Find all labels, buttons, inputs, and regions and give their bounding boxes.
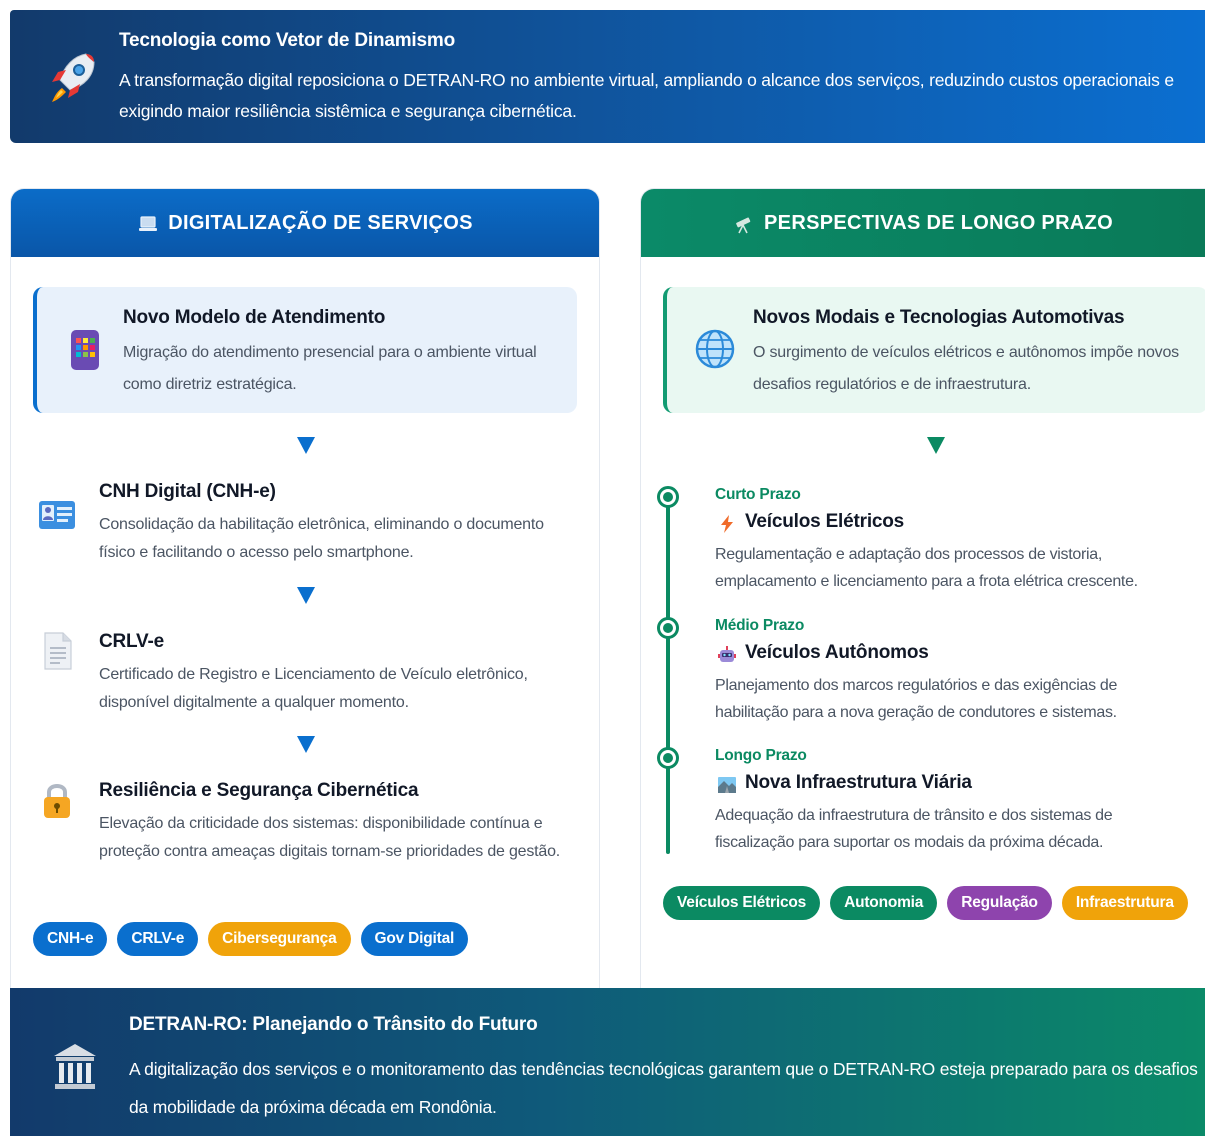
tag-regulacao[interactable]: Regulação <box>947 886 1052 920</box>
service-model-title: Novo Modelo de Atendimento <box>123 307 386 328</box>
timeline-dot <box>657 486 679 508</box>
flow-arrow-icon <box>297 736 315 753</box>
digitalization-panel: DIGITALIZAÇÃO DE SERVIÇOS Novo Modelo de… <box>10 188 600 988</box>
cybersecurity-title: Resiliência e Segurança Cibernética <box>99 780 419 801</box>
service-model-text: Migração do atendimento presencial para … <box>123 344 537 393</box>
intro-text: A transformação digital reposiciona o DE… <box>119 70 1174 121</box>
classical-building-icon <box>54 1044 96 1089</box>
conclusion-banner: DETRAN-RO: Planejando o Trânsito do Futu… <box>10 988 1205 1136</box>
new-modals-card: Novos Modais e Tecnologias Automotivas O… <box>663 287 1205 413</box>
new-modals-title: Novos Modais e Tecnologias Automotivas <box>753 307 1125 328</box>
digitalization-header: DIGITALIZAÇÃO DE SERVIÇOS <box>11 189 599 257</box>
tag-gov-digital[interactable]: Gov Digital <box>360 922 469 956</box>
globe-icon <box>695 329 735 369</box>
intro-title: Tecnologia como Vetor de Dinamismo <box>119 30 455 51</box>
intro-banner: Tecnologia como Vetor de Dinamismo A tra… <box>10 10 1205 143</box>
long-term-label: Longo Prazo <box>715 747 807 764</box>
long-term-header: PERSPECTIVAS DE LONGO PRAZO <box>641 189 1205 257</box>
long-term-tags: Veículos Elétricos Autonomia Regulação I… <box>663 886 1188 920</box>
tag-cnh-e[interactable]: CNH-e <box>33 922 108 956</box>
short-term-label: Curto Prazo <box>715 486 801 503</box>
laptop-icon <box>139 216 158 231</box>
telescope-icon <box>736 217 751 234</box>
tag-infraestrutura[interactable]: Infraestrutura <box>1061 886 1188 920</box>
timeline-dot <box>657 747 679 769</box>
flow-arrow-icon <box>297 437 315 454</box>
digitalization-header-label: DIGITALIZAÇÃO DE SERVIÇOS <box>168 211 473 234</box>
smartphone-apps-icon <box>71 330 99 370</box>
cnh-digital-title: CNH Digital (CNH-e) <box>99 481 276 502</box>
document-icon <box>44 632 72 670</box>
tag-autonomia[interactable]: Autonomia <box>830 886 938 920</box>
id-card-icon <box>39 501 75 529</box>
road-landscape-icon <box>718 777 736 793</box>
flow-arrow-icon <box>927 437 945 454</box>
long-term-header-label: PERSPECTIVAS DE LONGO PRAZO <box>764 211 1113 234</box>
electric-vehicles-text: Regulamentação e adaptação dos processos… <box>715 546 1138 590</box>
new-modals-text: O surgimento de veículos elétricos e aut… <box>753 344 1179 393</box>
rocket-icon <box>52 53 95 102</box>
service-model-card: Novo Modelo de Atendimento Migração do a… <box>33 287 577 413</box>
tag-ciberseguranca[interactable]: Cibersegurança <box>208 922 351 956</box>
road-infrastructure-text: Adequação da infraestrutura de trânsito … <box>715 807 1113 851</box>
tag-veiculos-eletricos[interactable]: Veículos Elétricos <box>663 886 821 920</box>
long-term-panel: PERSPECTIVAS DE LONGO PRAZO Novos Modais… <box>640 188 1205 988</box>
crlv-e-text: Certificado de Registro e Licenciamento … <box>99 666 528 711</box>
autonomous-vehicles-text: Planejamento dos marcos regulatórios e d… <box>715 677 1118 721</box>
conclusion-text: A digitalização dos serviços e o monitor… <box>129 1059 1198 1117</box>
timeline-dot <box>657 617 679 639</box>
lightning-icon <box>721 515 733 533</box>
cnh-digital-text: Consolidação da habilitação eletrônica, … <box>99 516 544 561</box>
flow-arrow-icon <box>297 587 315 604</box>
electric-vehicles-title: Veículos Elétricos <box>745 511 905 532</box>
crlv-e-title: CRLV-e <box>99 631 164 652</box>
cybersecurity-text: Elevação da criticidade dos sistemas: di… <box>99 815 561 860</box>
tag-crlv-e[interactable]: CRLV-e <box>117 922 199 956</box>
autonomous-vehicles-title: Veículos Autônomos <box>745 642 929 663</box>
road-infrastructure-title: Nova Infraestrutura Viária <box>745 772 972 793</box>
digitalization-tags: CNH-e CRLV-e Cibersegurança Gov Digital <box>33 922 469 956</box>
lock-icon <box>44 784 70 818</box>
mid-term-label: Médio Prazo <box>715 617 805 634</box>
timeline-line <box>666 494 670 854</box>
robot-icon <box>718 646 736 662</box>
conclusion-title: DETRAN-RO: Planejando o Trânsito do Futu… <box>129 1014 538 1035</box>
